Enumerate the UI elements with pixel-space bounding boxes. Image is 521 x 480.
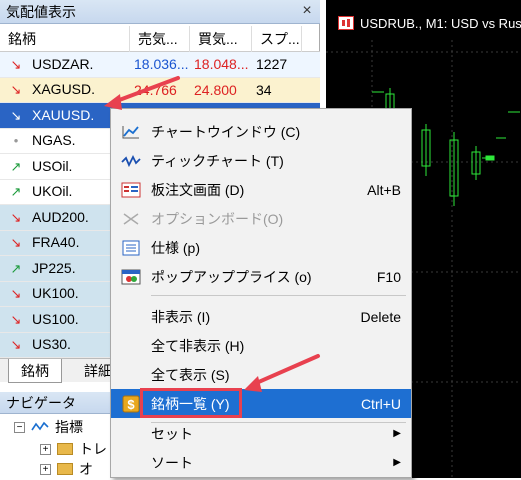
bid-value: 18.036... <box>134 56 189 72</box>
bid-value: 24.766 <box>134 81 177 98</box>
trend-up-icon: ↗ <box>10 260 22 276</box>
symbol-name: UKOil. <box>32 183 73 200</box>
trend-up-icon: ↗ <box>10 184 22 200</box>
menu-item-option-board: オプションボード(O) <box>111 204 411 233</box>
expand-icon[interactable]: + <box>40 463 51 475</box>
symbol-name: US100. <box>32 310 79 327</box>
menu-item-specification[interactable]: 仕様 (p) <box>111 233 411 262</box>
tree-item-oscillators[interactable]: + オ <box>40 458 93 480</box>
menu-item-hide-all[interactable]: 全て非表示 (H) <box>111 331 411 360</box>
menu-separator <box>151 295 406 296</box>
trend-down-icon: ↘ <box>10 337 22 353</box>
symbol-name: FRA40. <box>32 234 80 251</box>
symbol-name: AUD200. <box>32 208 89 225</box>
svg-text:$: $ <box>127 397 135 412</box>
menu-item-sort[interactable]: ソート ▶ <box>111 448 411 477</box>
expand-icon[interactable]: + <box>40 443 51 455</box>
symbol-name: US30. <box>32 336 71 353</box>
market-watch-header: 銘柄 売気... 買気... スプ... <box>0 26 320 52</box>
menu-item-set[interactable]: セット ▶ <box>111 419 411 448</box>
trend-down-icon: ↘ <box>10 311 22 327</box>
column-ask[interactable]: 買気... <box>190 26 252 52</box>
submenu-arrow-icon: ▶ <box>393 457 401 468</box>
market-watch-titlebar: 気配値表示 × <box>0 0 320 24</box>
table-row[interactable]: ↘ XAGUSD. 24.766 24.800 34 <box>0 77 320 103</box>
menu-item-tick-chart[interactable]: ティックチャート (T) <box>111 146 411 175</box>
neutral-dot-icon: • <box>13 133 19 149</box>
line-chart-icon <box>119 122 143 142</box>
ask-value: 18.048... <box>194 56 249 72</box>
order-book-icon <box>119 180 143 200</box>
context-menu: チャートウインドウ (C) ティックチャート (T) 板注文画面 (D) Alt… <box>110 108 412 478</box>
folder-icon <box>57 443 73 455</box>
menu-item-hide[interactable]: 非表示 (I) Delete <box>111 302 411 331</box>
table-row[interactable]: ↘ USDZAR. 18.036... 18.048... 1227 <box>0 52 320 78</box>
tick-chart-icon <box>119 151 143 171</box>
folder-icon <box>57 463 73 475</box>
column-symbol[interactable]: 銘柄 <box>0 26 130 52</box>
tree-item-label: オ <box>79 461 93 477</box>
menu-item-chart-window[interactable]: チャートウインドウ (C) <box>111 117 411 146</box>
symbol-name: USDZAR. <box>32 55 94 72</box>
symbol-name: XAGUSD. <box>32 81 96 98</box>
spread-value: 34 <box>256 81 272 98</box>
menu-item-popup-prices[interactable]: ポップアッププライス (o) F10 <box>111 262 411 291</box>
tree-item-indicators[interactable]: − 指標 <box>14 416 83 438</box>
trend-up-icon: ↗ <box>10 158 22 174</box>
trend-down-icon: ↘ <box>10 107 22 123</box>
tree-item-label: トレ <box>79 441 107 457</box>
tab-symbols[interactable]: 銘柄 <box>8 359 62 383</box>
symbol-name: XAUUSD. <box>32 106 95 123</box>
trend-down-icon: ↘ <box>10 56 22 72</box>
trend-down-icon: ↘ <box>10 209 22 225</box>
trend-down-icon: ↘ <box>10 286 22 302</box>
symbol-name: NGAS. <box>32 132 76 149</box>
spread-value: 1227 <box>256 56 288 72</box>
menu-item-show-all[interactable]: 全て表示 (S) <box>111 360 411 389</box>
symbol-name: UK100. <box>32 285 79 302</box>
symbol-name: USOil. <box>32 157 73 174</box>
trend-down-icon: ↘ <box>10 82 22 98</box>
spec-icon <box>119 238 143 258</box>
trend-down-icon: ↘ <box>10 235 22 251</box>
close-icon[interactable]: × <box>298 3 316 21</box>
indicator-icon <box>31 421 49 431</box>
annotation-highlight-box <box>140 388 242 418</box>
submenu-arrow-icon: ▶ <box>393 428 401 439</box>
column-spread[interactable]: スプ... <box>252 26 302 52</box>
column-bid[interactable]: 売気... <box>130 26 190 52</box>
tree-item-label: 指標 <box>55 419 83 435</box>
popup-price-icon <box>119 267 143 287</box>
symbol-name: JP225. <box>32 259 76 276</box>
market-watch-title: 気配値表示 <box>6 4 76 20</box>
tree-item-trend[interactable]: + トレ <box>40 438 107 460</box>
ask-value: 24.800 <box>194 81 237 98</box>
menu-item-order-book[interactable]: 板注文画面 (D) Alt+B <box>111 175 411 204</box>
option-board-icon <box>119 209 143 229</box>
collapse-icon[interactable]: − <box>14 421 25 433</box>
